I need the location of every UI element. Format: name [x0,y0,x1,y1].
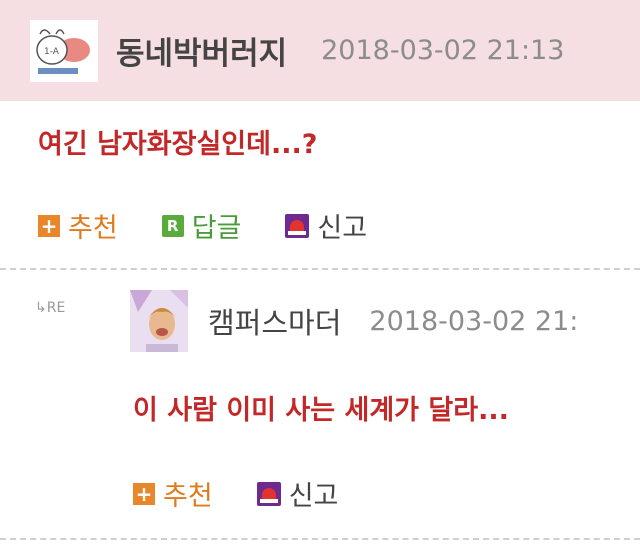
plus-icon: + [38,214,60,237]
comment-thread: 1-A 동네박버러지 2018-03-02 21:13 여긴 남자화장실인데..… [0,0,640,544]
recommend-button[interactable]: + 추천 [38,206,118,245]
comment-body: 여긴 남자화장실인데...? [38,129,318,160]
reply-author[interactable]: 캠퍼스마더 [208,300,341,342]
reply-r-icon: R [161,214,184,237]
reply-date: 2018-03-02 21: [369,305,579,337]
svg-text:1-A: 1-A [44,47,60,57]
reply-author-avatar[interactable] [130,290,188,352]
siren-icon [256,481,281,506]
reply-recommend-button[interactable]: + 추천 [133,474,213,513]
plus-icon: + [133,482,155,505]
reply-header: 캠퍼스마더 2018-03-02 21: [130,290,578,352]
divider [0,268,640,270]
divider [0,538,640,540]
reply-button[interactable]: R 답글 [161,206,242,245]
reply-arrow-icon: ↳RE [35,300,66,316]
comment-date: 2018-03-02 21:13 [321,35,565,66]
comment-header: 1-A 동네박버러지 2018-03-02 21:13 [0,0,640,101]
reply-actions: + 추천 신고 [133,474,382,513]
comment-author[interactable]: 동네박버러지 [116,28,287,73]
reply-report-button[interactable]: 신고 [256,474,339,513]
report-button[interactable]: 신고 [285,206,367,245]
siren-icon [285,213,310,238]
author-avatar[interactable]: 1-A [30,19,98,82]
report-label: 신고 [288,481,339,512]
avatar-pig-icon: 1-A [30,19,98,82]
reply-body: 이 사람 이미 사는 세계가 달라... [133,395,509,426]
comment-actions: + 추천 R 답글 신고 [38,206,411,245]
reply-label: 답글 [191,213,242,244]
report-label: 신고 [317,213,368,244]
avatar-photo-icon [130,290,188,352]
recommend-label: 추천 [68,213,118,244]
recommend-label: 추천 [163,481,213,512]
